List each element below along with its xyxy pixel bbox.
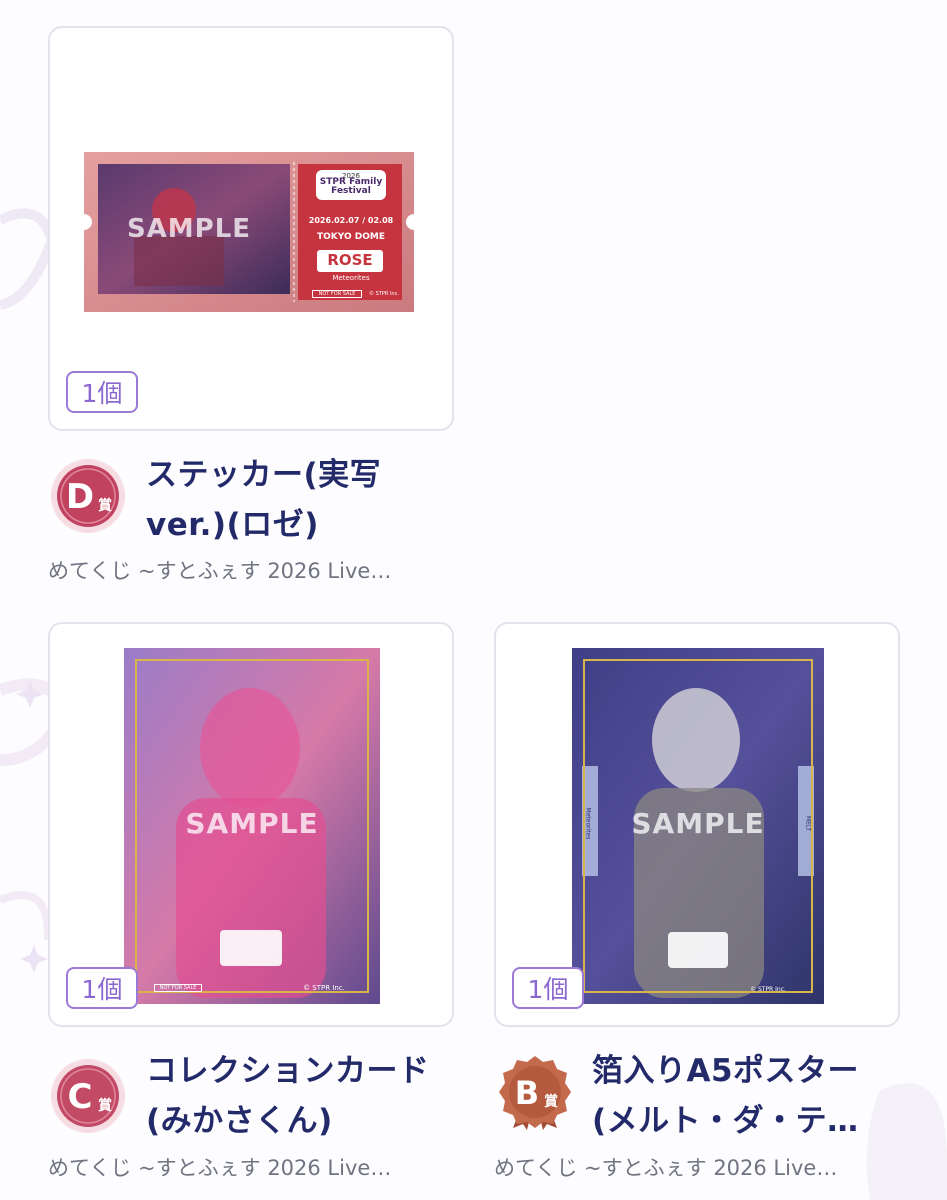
card-copyright: © STPR Inc.	[303, 984, 345, 992]
poster-side-left: Meteorites	[584, 807, 592, 840]
svg-text:賞: 賞	[98, 1097, 112, 1114]
rank-badge-d: D 賞	[51, 459, 125, 533]
sample-watermark: SAMPLE	[631, 807, 765, 840]
poster-side-right: MELT	[804, 815, 812, 832]
svg-text:B: B	[515, 1074, 539, 1112]
svg-text:賞: 賞	[544, 1093, 558, 1110]
ticket-copyright: © STPR Inc.	[369, 291, 399, 297]
quantity-badge: 1個	[66, 967, 138, 1009]
series-label-b: めてくじ ~すとふぇす 2026 Live…	[494, 1156, 838, 1180]
ticket-logo: STPR Family Festival	[319, 177, 383, 196]
prize-title-c[interactable]: コレクションカード (みかさくん)	[146, 1046, 430, 1146]
ticket-group: Meteorites	[332, 274, 370, 282]
prize-card-d[interactable]: SAMPLE 2026 STPR Family Festival 2026.02…	[48, 26, 454, 431]
series-label-d: めてくじ ~すとふぇす 2026 Live…	[48, 559, 392, 583]
rank-badge-c: C 賞	[51, 1059, 125, 1133]
svg-text:C: C	[68, 1077, 93, 1117]
sample-watermark: SAMPLE	[185, 807, 319, 840]
prize-title-d[interactable]: ステッカー(実写 ver.)(ロゼ)	[146, 450, 381, 550]
svg-text:D: D	[66, 477, 94, 517]
ticket-dates: 2026.02.07 / 02.08	[308, 216, 394, 225]
prize-card-c[interactable]: SAMPLE NOT FOR SALE © STPR Inc. 1個	[48, 622, 454, 1027]
quantity-badge: 1個	[512, 967, 584, 1009]
series-label-c: めてくじ ~すとふぇす 2026 Live…	[48, 1156, 392, 1180]
ticket-name: ROSE	[327, 251, 373, 269]
poster-copyright: © STPR Inc.	[750, 986, 786, 993]
prize-card-b[interactable]: SAMPLE Meteorites MELT © STPR Inc. 1個	[494, 622, 900, 1027]
quantity-badge: 1個	[66, 371, 138, 413]
ticket-venue: TOKYO DOME	[317, 232, 385, 242]
card-nfs: NOT FOR SALE	[154, 984, 202, 992]
svg-text:賞: 賞	[98, 497, 112, 514]
prize-title-b[interactable]: 箔入りA5ポスター (メルト・ダ・テ…	[592, 1046, 859, 1146]
rank-badge-b: B 賞	[499, 1056, 571, 1130]
ticket-nfs: NOT FOR SALE	[312, 290, 362, 298]
sample-watermark: SAMPLE	[126, 214, 252, 244]
